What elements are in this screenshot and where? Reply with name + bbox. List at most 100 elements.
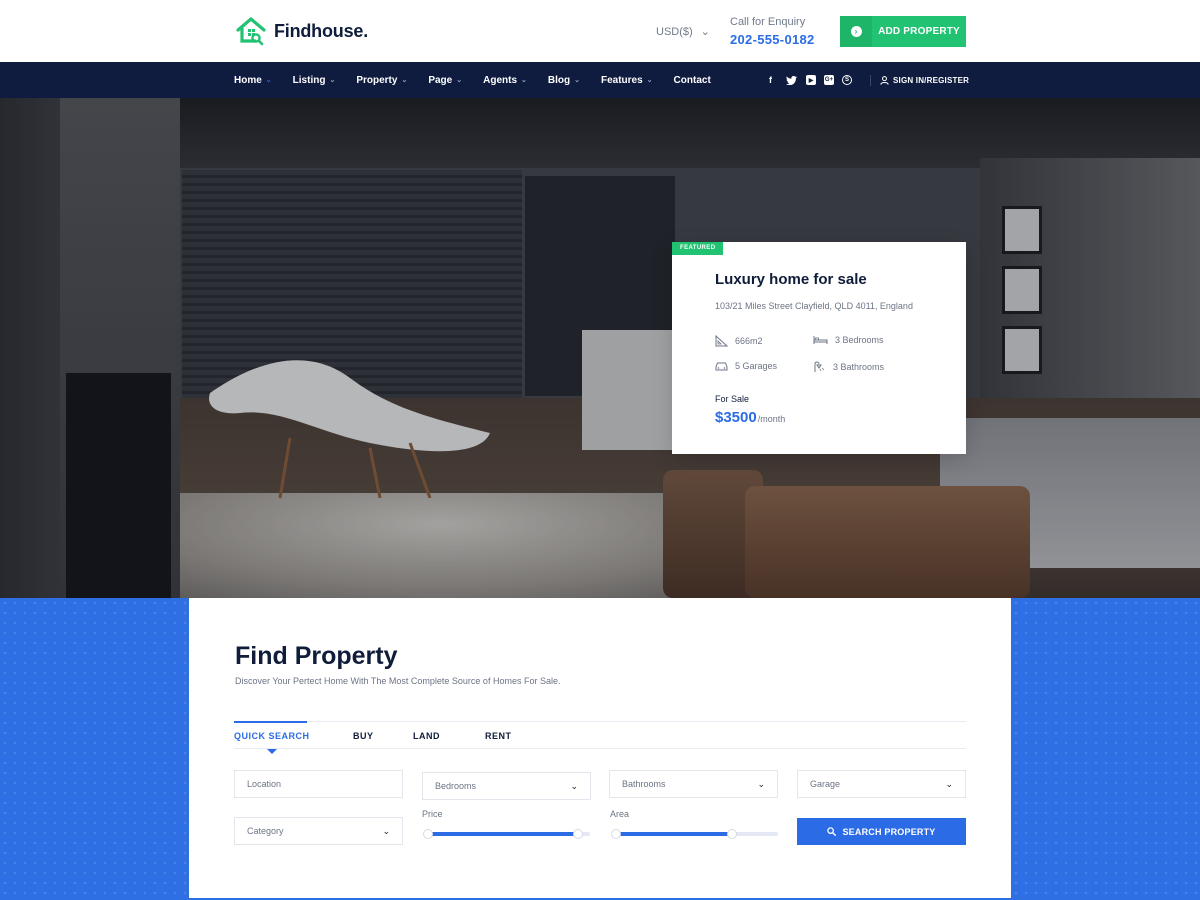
enquiry-label: Call for Enquiry [730,16,806,28]
nav-item-page[interactable]: Page ⌄ [428,75,462,86]
bathrooms-select[interactable]: Bathrooms ⌄ [609,770,778,798]
main-navbar: Home ⌄ Listing ⌄ Property ⌄ Page ⌄ Agents ⌄ Blog ⌄ F… [0,62,1200,98]
price-range-slider[interactable] [423,829,590,839]
nav-item-label: Listing [292,74,326,86]
add-property-button[interactable]: › ADD PROPERTY [840,16,966,47]
enquiry-phone[interactable]: 202-555-0182 [730,32,815,47]
tab-land[interactable]: LAND [413,731,440,741]
nav-item-listing[interactable]: Listing ⌄ [293,75,336,86]
house-logo-icon [236,17,266,46]
nav-item-label: Contact [673,74,711,86]
price-amount: $3500 [715,409,757,426]
nav-item-agents[interactable]: Agents ⌄ [483,75,527,86]
area-label: Area [610,809,630,819]
area-range-min-handle[interactable] [611,829,621,839]
chevron-down-icon: ⌄ [570,780,578,791]
bedrooms-select[interactable]: Bedrooms ⌄ [422,772,591,800]
skype-icon[interactable]: S [842,75,852,85]
garages-value: 5 Garages [735,361,778,371]
currency-select[interactable]: USD($) ⌄ [656,25,710,39]
property-price: $3500 /month [715,409,785,426]
property-address: 103/21 Miles Street Clayfield, QLD 4011,… [715,301,913,311]
chevron-down-icon: ⌄ [265,77,272,84]
category-select[interactable]: Category ⌄ [234,817,403,845]
world-map-dots [1011,598,1200,900]
bathrooms-value: 3 Bathrooms [833,362,885,372]
find-property-subtitle: Discover Your Pertect Home With The Most… [235,676,561,686]
nav-item-contact[interactable]: Contact [674,75,711,86]
chevron-down-icon: ⌄ [329,77,336,84]
twitter-icon[interactable] [785,74,798,87]
bedrooms-value: 3 Bedrooms [835,335,884,345]
top-header: Findhouse. USD($) ⌄ Call for Enquiry 202… [0,0,1200,62]
garage-select[interactable]: Garage ⌄ [797,770,966,798]
active-tab-arrow [267,749,277,754]
facebook-icon[interactable]: f [764,74,777,87]
search-property-button[interactable]: SEARCH PROPERTY [797,818,966,845]
location-placeholder: Location [247,779,282,789]
area-range-slider[interactable] [611,829,778,839]
nav-item-label: Page [428,74,453,86]
nav-item-label: Features [600,74,643,86]
price-period: /month [757,414,786,424]
chevron-down-icon: ⌄ [521,77,527,84]
garages-feature: 5 Garages [715,361,777,371]
garage-select-value: Garage [810,779,841,789]
nav-item-label: Blog [547,74,571,86]
featured-badge: FEATURED [672,242,724,255]
featured-property-card[interactable]: FEATURED Luxury home for sale 103/21 Mil… [672,242,966,454]
nav-divider [870,75,871,86]
world-map-dots [0,598,190,900]
google-plus-icon[interactable]: G+ [824,75,834,85]
find-property-title: Find Property [235,642,398,670]
tab-buy[interactable]: BUY [353,731,374,741]
chevron-down-icon: ⌄ [574,77,580,84]
property-status: For Sale [715,394,750,404]
bed-icon [813,336,828,344]
arrow-circle-icon: › [850,26,862,37]
bathrooms-feature: 3 Bathrooms [813,361,884,373]
category-select-value: Category [247,826,284,836]
area-range-fill [613,832,732,836]
chevron-down-icon: ⌄ [646,77,653,84]
area-feature: 666m2 [715,335,763,347]
brand-logo[interactable]: Findhouse. [234,16,368,46]
bedrooms-select-value: Bedrooms [435,781,477,791]
search-property-label: SEARCH PROPERTY [842,826,936,837]
add-property-label: ADD PROPERTY [878,26,960,37]
enquiry-block: Call for Enquiry 202-555-0182 [730,16,815,47]
sign-in-register-link[interactable]: SIGN IN/REGISTER [880,62,969,98]
chevron-down-icon: ⌄ [401,77,408,84]
user-icon [880,75,889,85]
social-links: f ▶ G+ S [764,62,852,98]
youtube-icon[interactable]: ▶ [806,75,816,85]
price-label: Price [422,809,443,819]
nav-item-label: Home [234,74,262,86]
chevron-down-icon: ⌄ [456,77,463,84]
chevron-down-icon: ⌄ [382,825,390,836]
plus-box: › [840,16,872,47]
tab-quick-search[interactable]: QUICK SEARCH [234,731,310,741]
nav-item-label: Property [356,74,398,86]
nav-item-features[interactable]: Features ⌄ [601,75,653,86]
nav-item-home[interactable]: Home ⌄ [234,75,272,86]
chevron-down-icon: ⌄ [700,26,710,38]
bathrooms-select-value: Bathrooms [622,779,666,789]
nav-item-blog[interactable]: Blog ⌄ [548,75,580,86]
active-tab-underline [234,721,307,723]
tab-rent[interactable]: RENT [485,731,512,741]
brand-name: Findhouse. [274,20,368,41]
price-range-min-handle[interactable] [423,829,433,839]
find-property-panel: Find Property Discover Your Pertect Home… [189,598,1011,898]
nav-item-property[interactable]: Property ⌄ [356,75,407,86]
area-range-max-handle[interactable] [726,829,737,839]
bedrooms-feature: 3 Bedrooms [813,335,884,345]
hero-banner-image [0,98,1200,598]
area-value: 666m2 [735,336,763,346]
location-input[interactable]: Location [234,770,403,798]
ruler-area-icon [715,335,728,347]
nav-menu: Home ⌄ Listing ⌄ Property ⌄ Page ⌄ Agents ⌄ Blog ⌄ F… [234,62,732,98]
price-range-fill [425,832,579,836]
property-title[interactable]: Luxury home for sale [715,271,867,288]
shower-icon [814,361,825,372]
